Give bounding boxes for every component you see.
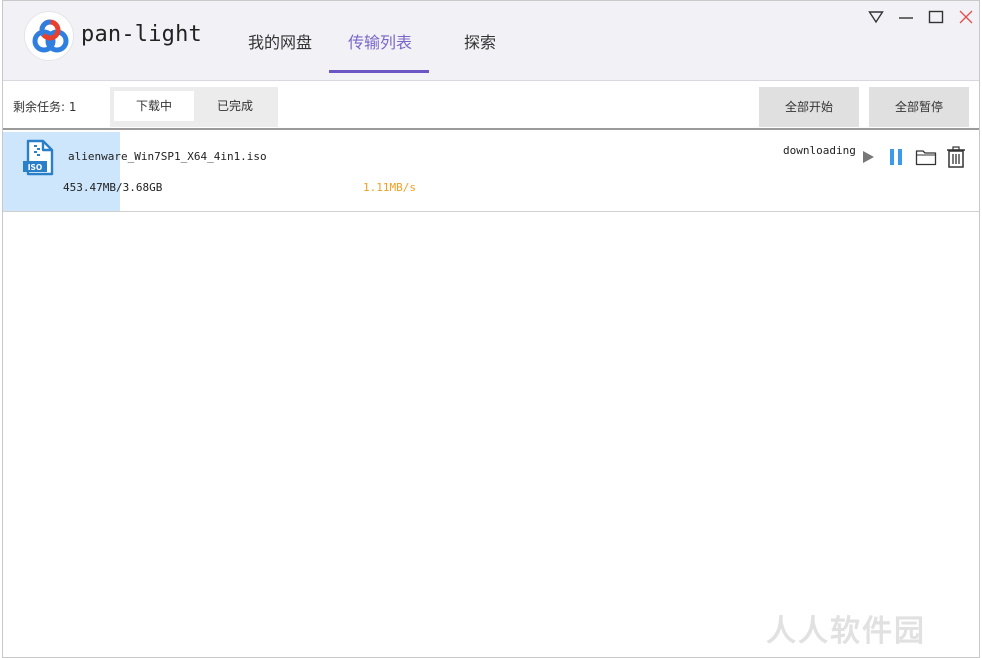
- delete-task-button[interactable]: [945, 146, 967, 168]
- task-status: downloading: [783, 144, 856, 157]
- close-icon: [959, 10, 973, 24]
- dropdown-triangle-icon: [868, 11, 884, 24]
- active-tab-indicator: [329, 70, 429, 73]
- iso-file-icon: ISO: [21, 139, 57, 177]
- trash-icon: [947, 146, 965, 168]
- tab-explore[interactable]: 探索: [464, 31, 496, 55]
- svg-text:ISO: ISO: [28, 163, 43, 172]
- app-window: pan-light 我的网盘 传输列表 探索 剩余任务: 1 下载中 已完成 全…: [2, 0, 980, 658]
- task-size-progress: 453.47MB/3.68GB: [63, 181, 163, 194]
- pause-button[interactable]: [885, 146, 907, 168]
- start-all-button[interactable]: 全部开始: [759, 87, 859, 127]
- filter-downloading-button[interactable]: 下载中: [114, 91, 194, 121]
- close-button[interactable]: [956, 7, 976, 27]
- resume-button[interactable]: [857, 146, 879, 168]
- pause-icon: [890, 149, 902, 165]
- tab-transfer-list[interactable]: 传输列表: [348, 31, 412, 55]
- folder-icon: [915, 150, 937, 166]
- maximize-button[interactable]: [926, 7, 946, 27]
- app-logo: [24, 11, 74, 61]
- site-watermark: 人人软件园: [766, 614, 926, 649]
- transfer-toolbar: 剩余任务: 1 下载中 已完成 全部开始 全部暂停: [3, 82, 979, 130]
- header-bar: pan-light 我的网盘 传输列表 探索: [3, 1, 979, 81]
- minimize-button[interactable]: [896, 7, 916, 27]
- task-file-name: alienware_Win7SP1_X64_4in1.iso: [68, 150, 267, 163]
- task-row[interactable]: ISO alienware_Win7SP1_X64_4in1.iso 453.4…: [3, 132, 979, 212]
- play-icon: [863, 151, 874, 163]
- pause-all-button[interactable]: 全部暂停: [869, 87, 969, 127]
- remaining-tasks-label: 剩余任务: 1: [13, 100, 77, 114]
- filter-toggle-group: 下载中 已完成: [110, 87, 278, 127]
- task-download-speed: 1.11MB/s: [363, 181, 416, 194]
- maximize-icon: [928, 10, 944, 24]
- dropdown-button[interactable]: [866, 7, 886, 27]
- baidu-cloud-logo-icon: [32, 19, 69, 53]
- minimize-icon: [899, 17, 913, 19]
- open-folder-button[interactable]: [915, 146, 937, 168]
- tab-my-drive[interactable]: 我的网盘: [248, 31, 312, 55]
- app-title: pan-light: [81, 22, 203, 47]
- filter-completed-button[interactable]: 已完成: [196, 91, 274, 121]
